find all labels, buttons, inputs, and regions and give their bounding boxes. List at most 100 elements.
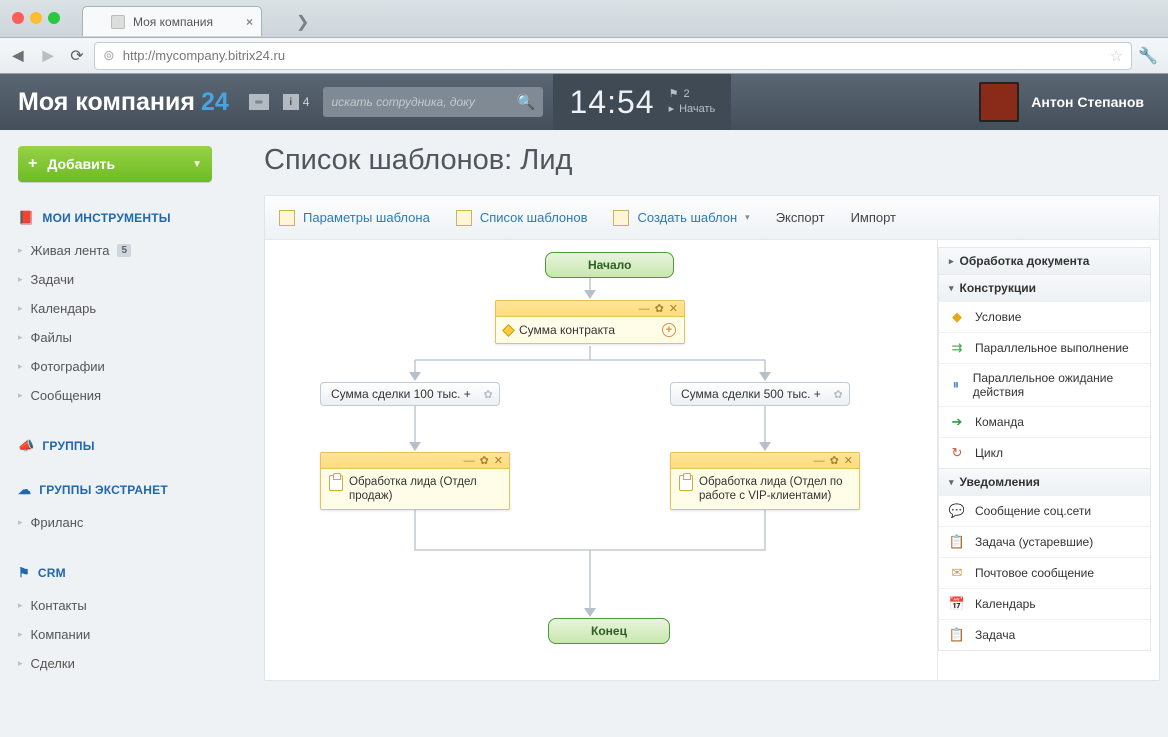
flow-start-node[interactable]: Начало <box>545 252 674 278</box>
sidebar-item-tasks[interactable]: ▸Задачи <box>18 265 230 294</box>
clock-meta: ⚑2 ▸Начать <box>669 87 716 117</box>
palette-item-task-old[interactable]: 📋Задача (устаревшие) <box>939 526 1150 557</box>
gear-icon[interactable]: ✿ <box>830 454 839 467</box>
flow-condition-right[interactable]: Сумма сделки 500 тыс. + ✿ <box>670 382 850 406</box>
header-search[interactable]: 🔍 <box>323 87 543 117</box>
user-block[interactable]: Антон Степанов <box>979 82 1168 122</box>
tb-import[interactable]: Импорт <box>851 210 896 225</box>
minimize-icon[interactable]: — <box>464 455 475 467</box>
palette-item-social[interactable]: 💬Сообщение соц.сети <box>939 495 1150 526</box>
pal-label: Задача (устаревшие) <box>975 535 1093 549</box>
back-icon[interactable]: ◀ <box>6 44 30 68</box>
site-logo[interactable]: Моя компания 24 <box>18 88 229 117</box>
palette-item-wait[interactable]: ⏸Параллельное ожидание действия <box>939 363 1150 406</box>
chevron-down-icon[interactable]: ▼ <box>192 159 202 170</box>
tb-label: Список шаблонов <box>480 210 588 225</box>
flow-canvas[interactable]: Начало — ✿ ✕ Сумма контракта + <box>265 240 937 680</box>
sidebar-item-label: Фотографии <box>31 359 105 374</box>
tb-export[interactable]: Экспорт <box>776 210 825 225</box>
maximize-window-icon[interactable] <box>48 12 60 24</box>
chevron-down-icon[interactable]: ▾ <box>745 212 750 223</box>
wrench-icon[interactable]: 🔧 <box>1138 46 1158 66</box>
new-tab-icon[interactable]: ❯ <box>296 12 309 32</box>
search-icon[interactable]: 🔍 <box>517 93 536 111</box>
plus-icon: + <box>28 155 37 173</box>
flow-task-right[interactable]: — ✿ ✕ Обработка лида (Отдел по работе с … <box>670 452 860 510</box>
minimize-icon[interactable]: — <box>814 455 825 467</box>
sidebar-item-companies[interactable]: ▸Компании <box>18 620 230 649</box>
palette-item-mail[interactable]: ✉Почтовое сообщение <box>939 557 1150 588</box>
sidebar: + Добавить ▼ 📕 МОИ ИНСТРУМЕНТЫ ▸Живая ле… <box>0 130 230 737</box>
palette-item-command[interactable]: ➔Команда <box>939 406 1150 437</box>
sidebar-item-label: Фриланс <box>31 515 84 530</box>
palette-item-parallel[interactable]: ⇉Параллельное выполнение <box>939 332 1150 363</box>
sidebar-section-crm[interactable]: ⚑ CRM <box>18 565 230 581</box>
close-icon[interactable]: ✕ <box>844 454 853 467</box>
bookmark-icon: 📕 <box>18 210 34 226</box>
sidebar-item-calendar[interactable]: ▸Календарь <box>18 294 230 323</box>
gear-icon[interactable]: ✿ <box>480 454 489 467</box>
palette-section-processing[interactable]: ▸Обработка документа <box>938 247 1151 275</box>
add-branch-icon[interactable]: + <box>662 323 676 337</box>
browser-tab-title: Моя компания <box>133 15 213 29</box>
minimize-window-icon[interactable] <box>30 12 42 24</box>
palette-item-condition[interactable]: ◆Условие <box>939 301 1150 332</box>
sidebar-item-files[interactable]: ▸Файлы <box>18 323 230 352</box>
sidebar-item-feed[interactable]: ▸Живая лента5 <box>18 236 230 265</box>
pal-label: Параллельное ожидание действия <box>973 371 1140 399</box>
close-icon[interactable]: ✕ <box>494 454 503 467</box>
palette-item-task[interactable]: 📋Задача <box>939 619 1150 650</box>
pal-label: Команда <box>975 415 1024 429</box>
section-title-label: ГРУППЫ ЭКСТРАНЕТ <box>39 483 168 497</box>
close-icon[interactable]: ✕ <box>669 302 678 315</box>
palette-section-header[interactable]: ▾Конструкции <box>939 275 1150 301</box>
gear-icon[interactable]: ✿ <box>834 388 843 401</box>
meta-start[interactable]: Начать <box>679 102 715 117</box>
bookmark-star-icon[interactable]: ☆ <box>1110 47 1123 65</box>
section-label: Уведомления <box>960 475 1040 489</box>
node-header: — ✿ ✕ <box>671 453 859 469</box>
palette-item-loop[interactable]: ↻Цикл <box>939 437 1150 468</box>
flow-branch-node[interactable]: — ✿ ✕ Сумма контракта + <box>495 300 685 344</box>
clipboard-icon: 📋 <box>949 627 965 643</box>
sidebar-item-freelance[interactable]: ▸Фриланс <box>18 508 230 537</box>
tb-template-params[interactable]: Параметры шаблона <box>279 210 430 226</box>
forward-icon: ▶ <box>36 44 60 68</box>
palette-section-header[interactable]: ▾Уведомления <box>939 469 1150 495</box>
search-input[interactable] <box>331 95 516 109</box>
sidebar-section-tools[interactable]: 📕 МОИ ИНСТРУМЕНТЫ <box>18 210 230 226</box>
sidebar-item-messages[interactable]: ▸Сообщения <box>18 381 230 410</box>
reload-icon[interactable]: ⟳ <box>66 45 88 67</box>
gear-icon[interactable]: ✿ <box>484 388 493 401</box>
sidebar-section-extranet[interactable]: ☁ ГРУППЫ ЭКСТРАНЕТ <box>18 482 230 498</box>
gear-icon[interactable]: ✿ <box>655 302 664 315</box>
play-icon[interactable]: ▸ <box>669 102 675 117</box>
close-window-icon[interactable] <box>12 12 24 24</box>
node-label: Сумма контракта <box>519 323 615 337</box>
sidebar-item-deals[interactable]: ▸Сделки <box>18 649 230 678</box>
add-button[interactable]: + Добавить ▼ <box>18 146 212 182</box>
palette-section-notifications: ▾Уведомления 💬Сообщение соц.сети 📋Задача… <box>938 468 1151 651</box>
minimize-icon[interactable]: — <box>639 303 650 315</box>
arrowhead-icon <box>584 290 596 299</box>
info-count: 4 <box>303 95 310 109</box>
browser-tab[interactable]: Моя компания × <box>82 6 262 36</box>
flow-condition-left[interactable]: Сумма сделки 100 тыс. + ✿ <box>320 382 500 406</box>
url-bar[interactable]: ⊚ http://mycompany.bitrix24.ru ☆ <box>94 42 1132 70</box>
tb-create-template[interactable]: Создать шаблон▾ <box>613 210 749 226</box>
avatar[interactable] <box>979 82 1019 122</box>
sidebar-item-contacts[interactable]: ▸Контакты <box>18 591 230 620</box>
flow-end-node[interactable]: Конец <box>548 618 670 644</box>
tab-close-icon[interactable]: × <box>246 15 253 29</box>
flow-task-left[interactable]: — ✿ ✕ Обработка лида (Отдел продаж) <box>320 452 510 510</box>
workspace: Начало — ✿ ✕ Сумма контракта + <box>265 240 1159 680</box>
tb-template-list[interactable]: Список шаблонов <box>456 210 588 226</box>
messages-icon[interactable]: ═ <box>249 94 269 110</box>
sidebar-section-groups[interactable]: 📣 ГРУППЫ <box>18 438 230 454</box>
clipboard-icon <box>679 475 693 491</box>
app-header: Моя компания 24 ═ 4 🔍 14:54 ⚑2 ▸Начать А… <box>0 74 1168 130</box>
info-count-icon[interactable] <box>283 94 299 110</box>
palette-item-calendar[interactable]: 📅Календарь <box>939 588 1150 619</box>
node-label: Начало <box>588 258 631 272</box>
sidebar-item-photos[interactable]: ▸Фотографии <box>18 352 230 381</box>
